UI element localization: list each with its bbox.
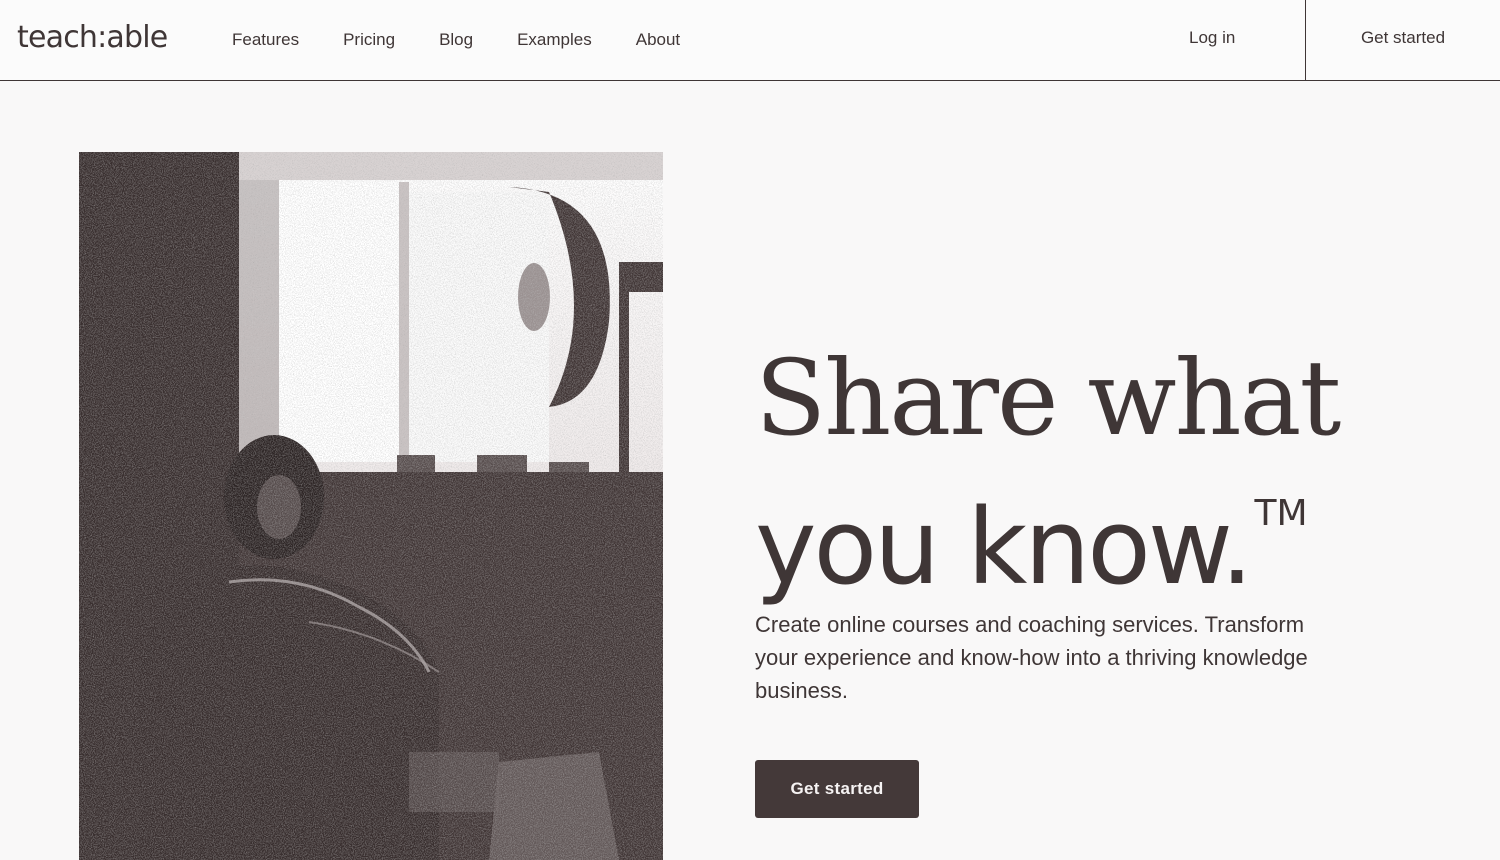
teachable-logo[interactable]: teach:able <box>17 19 168 57</box>
nav-pricing[interactable]: Pricing <box>343 28 395 52</box>
header-get-started-button[interactable]: Get started <box>1306 0 1500 80</box>
headline-line-2-text: you know. <box>755 486 1253 608</box>
trademark-mark: TM <box>1254 493 1308 534</box>
hero-get-started-button[interactable]: Get started <box>755 760 919 818</box>
headline-line-1: Share what <box>755 337 1341 459</box>
login-link[interactable]: Log in <box>1189 26 1235 50</box>
hero-photo <box>79 152 663 860</box>
site-header: teach:able Features Pricing Blog Example… <box>0 0 1500 81</box>
nav-blog[interactable]: Blog <box>439 28 473 52</box>
nav-examples[interactable]: Examples <box>517 28 592 52</box>
nav-features[interactable]: Features <box>232 28 299 52</box>
hero-headline: Share what you know. TM <box>755 340 1395 605</box>
hero-subtext: Create online courses and coaching servi… <box>755 612 1308 703</box>
headline-line-2: you know. TM <box>755 456 1395 605</box>
photo-icon <box>79 152 663 860</box>
nav-about[interactable]: About <box>636 28 680 52</box>
main-nav: Features Pricing Blog Examples About <box>232 28 724 52</box>
